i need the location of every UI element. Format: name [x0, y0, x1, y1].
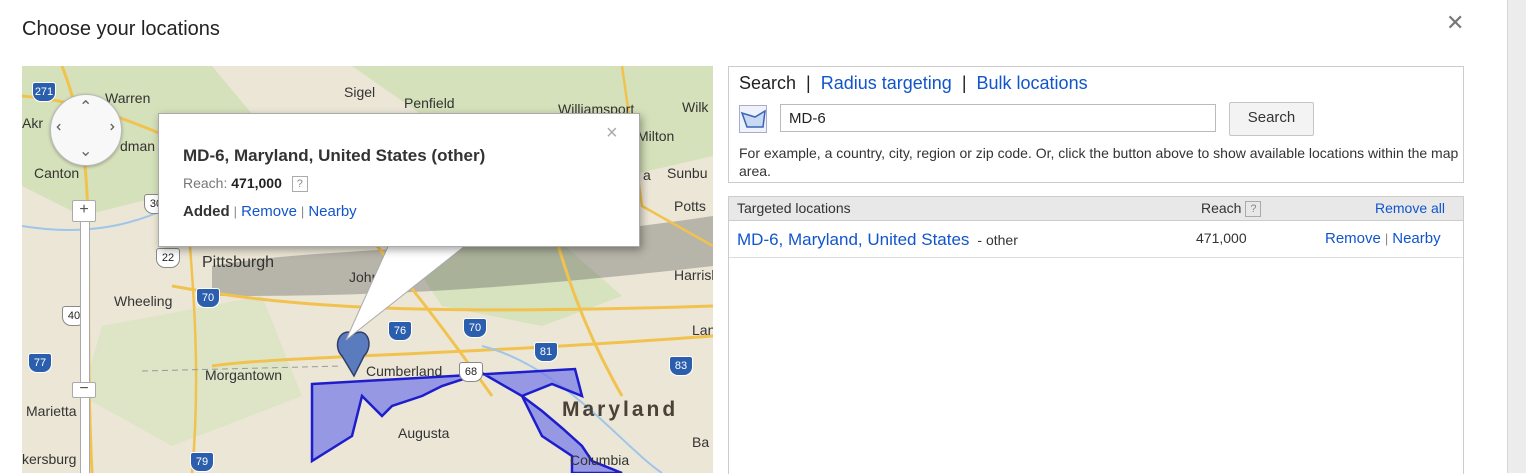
popup-nearby-link[interactable]: Nearby — [308, 203, 356, 220]
map-label: dman — [120, 138, 156, 154]
map-label: Warren — [105, 90, 151, 106]
tab-bulk-locations[interactable]: Bulk locations — [977, 73, 1088, 93]
separator: | — [1384, 231, 1389, 246]
row-remove-link[interactable]: Remove — [1325, 230, 1381, 247]
map-label: Ba — [692, 434, 710, 450]
tab-radius-targeting[interactable]: Radius targeting — [821, 73, 952, 93]
map-label: Pittsburgh — [202, 254, 275, 271]
pan-up-icon[interactable]: ⌃ — [79, 97, 92, 117]
reach-header-label: Reach — [1201, 200, 1242, 216]
map-label: Morgantown — [205, 367, 283, 383]
zoom-slider-track[interactable] — [80, 206, 90, 473]
map-label: kersburg — [22, 451, 77, 467]
column-targeted-locations: Targeted locations — [737, 200, 851, 216]
highway-shield: 271 — [32, 82, 56, 102]
reach-help-icon[interactable]: ? — [291, 176, 308, 193]
search-tabs: Search | Radius targeting | Bulk locations — [739, 73, 1088, 94]
separator: | — [806, 73, 811, 93]
popup-actions: Added | Remove | Nearby — [183, 203, 357, 220]
popup-title: MD-6, Maryland, United States (other) — [183, 146, 486, 165]
highway-shield: 83 — [669, 356, 693, 376]
close-dialog-icon[interactable]: ✕ — [1446, 10, 1464, 36]
pan-left-icon[interactable]: ⌃ — [54, 120, 74, 133]
reach-value: 471,000 — [231, 175, 282, 191]
map-label: Penfield — [404, 95, 455, 111]
row-nearby-link[interactable]: Nearby — [1392, 230, 1440, 247]
location-reach: 471,000 — [1196, 230, 1247, 246]
popup-reach: Reach: 471,000 ? — [183, 175, 308, 193]
dialog-title: Choose your locations — [22, 18, 220, 40]
location-search-input[interactable] — [780, 104, 1216, 132]
map-label: Sigel — [344, 84, 376, 100]
reach-help-icon[interactable]: ? — [1245, 201, 1262, 218]
remove-all-link[interactable]: Remove all — [1375, 200, 1445, 216]
table-header: Targeted locations Reach? Remove all — [729, 197, 1463, 221]
highway-shield: 81 — [534, 342, 558, 362]
popup-close-icon[interactable]: × — [606, 122, 618, 145]
zoom-slider-handle[interactable]: − — [72, 381, 96, 398]
map-label: Augusta — [398, 425, 450, 441]
search-hint: For example, a country, city, region or … — [739, 145, 1459, 179]
location-name-link[interactable]: MD-6, Maryland, United States — [737, 230, 969, 249]
map-pan-control[interactable]: ⌃ ⌃ ⌃ ⌃ — [50, 94, 122, 166]
reach-label: Reach: — [183, 175, 228, 191]
tab-search[interactable]: Search — [739, 73, 796, 93]
table-row: MD-6, Maryland, United States - other 471… — [729, 221, 1463, 258]
separator: | — [233, 204, 238, 219]
map-label: Wheeling — [114, 293, 173, 309]
map-label: Harrisb — [674, 267, 713, 283]
highway-shield: 68 — [459, 362, 483, 382]
popup-tail — [344, 242, 471, 341]
highway-shield: 79 — [190, 452, 214, 472]
map-label: Akr — [22, 115, 43, 131]
map-label: Marietta — [26, 403, 77, 419]
map-label: a — [643, 167, 651, 183]
page-scroll-shade — [1507, 0, 1526, 473]
highway-shield: 22 — [156, 248, 180, 268]
map-label: Canton — [34, 165, 80, 181]
added-status: Added — [183, 203, 230, 220]
show-map-locations-icon[interactable] — [739, 105, 767, 133]
zoom-in-button[interactable]: + — [72, 200, 96, 222]
map-label: Cumberland — [366, 363, 443, 379]
pan-down-icon[interactable]: ⌃ — [79, 139, 92, 159]
separator: | — [300, 204, 305, 219]
highway-shield: 77 — [28, 353, 52, 373]
search-button[interactable]: Search — [1229, 102, 1314, 136]
row-actions: Remove | Nearby — [1325, 230, 1441, 247]
popup-remove-link[interactable]: Remove — [241, 203, 297, 220]
map-label: Columbia — [570, 452, 630, 468]
location-row-name: MD-6, Maryland, United States - other — [737, 230, 1018, 250]
map-label: Sunbu — [667, 165, 708, 181]
search-panel: Search | Radius targeting | Bulk locations S… — [728, 66, 1464, 183]
separator: | — [961, 73, 967, 93]
targeted-locations-table: Targeted locations Reach? Remove all MD-… — [728, 196, 1464, 474]
map-label: Wilk — [682, 99, 709, 115]
map-label: Milton — [637, 128, 675, 144]
location-info-popup: × MD-6, Maryland, United States (other) … — [158, 113, 640, 247]
location-map[interactable]: Warren Sigel Penfield Williamsport Wilk … — [22, 66, 713, 473]
map-label: Potts — [674, 198, 706, 214]
pan-right-icon[interactable]: ⌃ — [98, 120, 118, 133]
map-label: Lan — [692, 322, 713, 338]
highway-shield: 70 — [196, 288, 220, 308]
location-qualifier: - other — [977, 232, 1018, 248]
map-label: Maryland — [562, 398, 679, 421]
column-reach: Reach? — [1201, 200, 1262, 218]
